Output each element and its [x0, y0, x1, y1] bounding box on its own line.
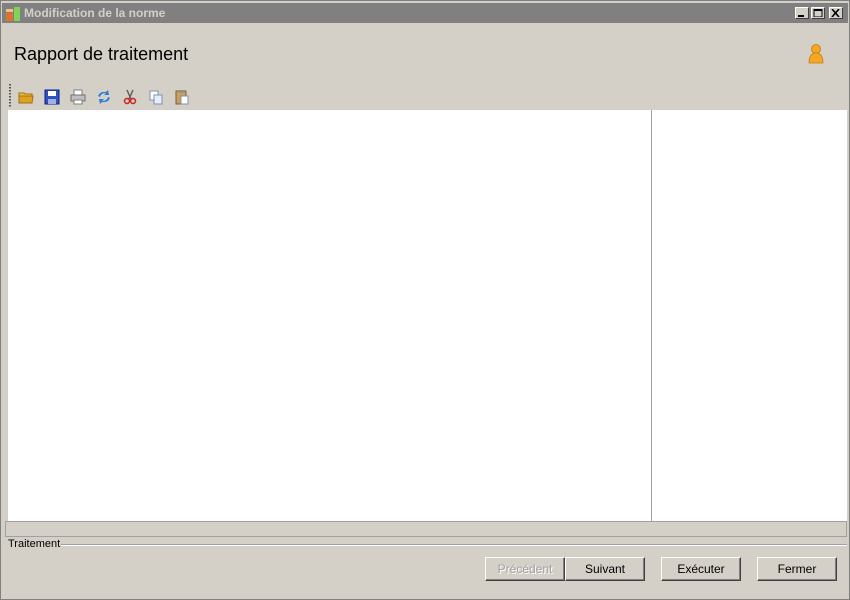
- refresh-icon: [98, 90, 110, 104]
- minimize-icon: [798, 15, 804, 17]
- group-label: Traitement: [8, 538, 61, 550]
- toolbar: [8, 84, 208, 108]
- paste-button[interactable]: [172, 87, 192, 107]
- report-content-pane[interactable]: [8, 110, 652, 521]
- open-folder-icon: [18, 92, 34, 104]
- execute-button[interactable]: Exécuter: [661, 557, 741, 581]
- close-icon: [831, 9, 840, 17]
- page-title: Rapport de traitement: [14, 44, 189, 64]
- maximize-icon: [813, 9, 823, 17]
- paste-icon: [175, 90, 189, 105]
- application-window: Modification de la norme Rapport de trai…: [0, 0, 850, 600]
- refresh-button[interactable]: [94, 87, 114, 107]
- open-button[interactable]: [16, 87, 36, 107]
- close-button[interactable]: [829, 7, 843, 19]
- cut-icon: [123, 89, 137, 105]
- save-button[interactable]: [42, 87, 62, 107]
- next-button[interactable]: Suivant: [565, 557, 645, 581]
- title-bar[interactable]: Modification de la norme: [2, 3, 848, 23]
- print-button[interactable]: [68, 87, 88, 107]
- previous-button[interactable]: Précédent: [485, 557, 565, 581]
- toolbar-grip[interactable]: [9, 84, 11, 108]
- print-icon: [70, 89, 86, 105]
- app-icon: [6, 6, 22, 22]
- cut-button[interactable]: [120, 87, 140, 107]
- minimize-button[interactable]: [795, 7, 809, 19]
- copy-icon: [149, 90, 163, 105]
- save-icon: [44, 89, 60, 105]
- close-dialog-button[interactable]: Fermer: [757, 557, 837, 581]
- horizontal-scrollbar[interactable]: [5, 521, 847, 537]
- side-pane[interactable]: [652, 110, 847, 521]
- user-icon[interactable]: [806, 43, 826, 67]
- window-title: Modification de la norme: [24, 6, 166, 20]
- copy-button[interactable]: [146, 87, 166, 107]
- group-divider: [61, 544, 847, 546]
- maximize-button[interactable]: [811, 7, 825, 19]
